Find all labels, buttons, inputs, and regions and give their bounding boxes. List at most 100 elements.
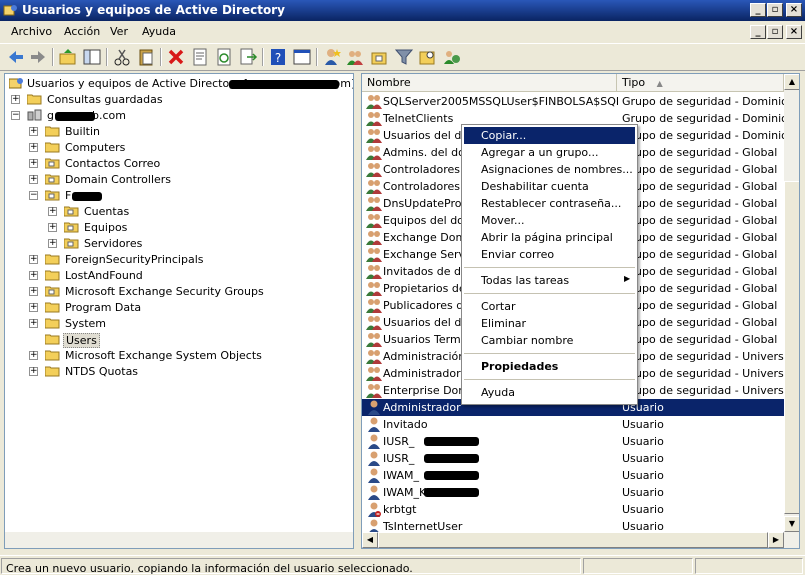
menu-ayuda[interactable]: Ayuda (464, 384, 635, 401)
expand-icon[interactable]: + (29, 367, 38, 376)
expand-icon[interactable]: + (48, 207, 57, 216)
tree-item-contactos-correo[interactable]: + Contactos Correo (5, 156, 305, 172)
list-row[interactable]: SQLServer2005MSSQLUser$FINBOLSA$SQLE... G… (362, 93, 784, 110)
tree-panel[interactable]: Usuarios y equipos de Active Directory [… (4, 73, 354, 549)
list-row[interactable]: Invitado Usuario (362, 416, 784, 433)
add-to-group-icon[interactable] (442, 47, 462, 67)
help-icon[interactable]: ? (268, 47, 288, 67)
menu-todas-tareas[interactable]: Todas las tareas ▶ (464, 272, 635, 289)
export-icon[interactable] (238, 47, 258, 67)
refresh-icon[interactable] (214, 47, 234, 67)
tree-item-saved-queries[interactable]: + Consultas guardadas (5, 92, 305, 108)
tree-item-redacted-ou[interactable]: − F (5, 188, 305, 204)
new-group-icon[interactable] (346, 47, 366, 67)
user-icon (368, 485, 380, 500)
menu-ayuda[interactable]: Ayuda (142, 25, 176, 38)
new-user-icon[interactable] (322, 47, 342, 67)
menu-abrir-pagina[interactable]: Abrir la página principal (464, 229, 635, 246)
tree-item-cuentas[interactable]: + Cuentas (5, 204, 305, 220)
scroll-up-icon[interactable]: ▲ (784, 74, 799, 90)
scroll-down-icon[interactable]: ▼ (784, 516, 799, 532)
tree-item-users[interactable]: Users (5, 332, 305, 348)
close-button[interactable]: × (786, 3, 802, 17)
child-minimize-button[interactable]: _ (750, 25, 766, 39)
child-close-button[interactable]: × (786, 25, 802, 39)
tree-item-servidores[interactable]: + Servidores (5, 236, 305, 252)
expand-icon[interactable]: + (29, 351, 38, 360)
expand-icon[interactable]: + (29, 143, 38, 152)
tree-item-computers[interactable]: + Computers (5, 140, 305, 156)
menu-eliminar[interactable]: Eliminar (464, 315, 635, 332)
console-icon[interactable] (292, 47, 312, 67)
properties-icon[interactable] (190, 47, 210, 67)
tree-item-equipos[interactable]: + Equipos (5, 220, 305, 236)
list-row[interactable]: IWAM_K Usuario (362, 484, 784, 501)
child-restore-button[interactable]: ▫ (767, 25, 783, 39)
menu-enviar-correo[interactable]: Enviar correo (464, 246, 635, 263)
tree-horizontal-scrollbar[interactable] (5, 532, 353, 548)
expand-icon[interactable]: + (11, 95, 20, 104)
scroll-right-icon[interactable]: ▶ (768, 532, 784, 548)
list-row[interactable]: IUSR_ Usuario (362, 433, 784, 450)
menu-agregar-grupo[interactable]: Agregar a un grupo... (464, 144, 635, 161)
expand-icon[interactable]: + (29, 159, 38, 168)
expand-icon[interactable]: + (29, 319, 38, 328)
expand-icon[interactable]: + (48, 223, 57, 232)
minimize-button[interactable]: _ (750, 3, 766, 17)
menu-copiar[interactable]: Copiar... (464, 127, 635, 144)
expand-icon[interactable]: + (29, 287, 38, 296)
list-row[interactable]: krbtgt Usuario (362, 501, 784, 518)
list-row[interactable]: IUSR_ Usuario (362, 450, 784, 467)
scroll-thumb[interactable] (784, 181, 799, 514)
find-icon[interactable] (418, 47, 438, 67)
menu-accion[interactable]: Acción (64, 25, 100, 38)
list-horizontal-scrollbar[interactable]: ◀ ▶ (362, 532, 799, 548)
tree-item-ntds-quotas[interactable]: + NTDS Quotas (5, 364, 305, 380)
expand-icon[interactable]: + (29, 175, 38, 184)
filter-icon[interactable] (394, 47, 414, 67)
list-vertical-scrollbar[interactable]: ▲ ▼ (784, 74, 799, 532)
restore-button[interactable]: ▫ (767, 3, 783, 17)
menu-deshabilitar-cuenta[interactable]: Deshabilitar cuenta (464, 178, 635, 195)
expand-icon[interactable]: + (29, 255, 38, 264)
tree-item-foreign-security-principals[interactable]: + ForeignSecurityPrincipals (5, 252, 305, 268)
scroll-left-icon[interactable]: ◀ (362, 532, 378, 548)
tree-item-ms-exchange-system-objects[interactable]: + Microsoft Exchange System Objects (5, 348, 305, 364)
expand-icon[interactable]: + (29, 127, 38, 136)
menu-cambiar-nombre[interactable]: Cambiar nombre (464, 332, 635, 349)
expand-icon[interactable]: + (29, 271, 38, 280)
menu-restablecer-contrasena[interactable]: Restablecer contraseña... (464, 195, 635, 212)
tree-item-builtin[interactable]: + Builtin (5, 124, 305, 140)
delete-icon[interactable] (166, 47, 186, 67)
new-ou-icon[interactable] (370, 47, 390, 67)
tree-item-label: Microsoft Exchange System Objects (65, 349, 262, 362)
menu-mover[interactable]: Mover... (464, 212, 635, 229)
menu-propiedades[interactable]: Propiedades (464, 358, 635, 375)
menu-archivo[interactable]: Archivo (11, 25, 52, 38)
tree-item-domain[interactable]: − g b.com (5, 108, 305, 124)
expand-icon[interactable]: + (29, 303, 38, 312)
tree-item-program-data[interactable]: + Program Data (5, 300, 305, 316)
back-icon[interactable] (6, 47, 26, 67)
show-hide-tree-icon[interactable] (82, 47, 102, 67)
forward-icon[interactable] (28, 47, 48, 67)
tree-item-lost-and-found[interactable]: + LostAndFound (5, 268, 305, 284)
tree-item-ms-exchange-security-groups[interactable]: + Microsoft Exchange Security Groups (5, 284, 305, 300)
scroll-thumb[interactable] (378, 532, 768, 548)
column-header-type[interactable]: Tipo ▲ (617, 74, 784, 92)
menu-asignaciones-nombres[interactable]: Asignaciones de nombres... (464, 161, 635, 178)
tree-root[interactable]: Usuarios y equipos de Active Directory [… (5, 76, 353, 92)
cut-icon[interactable] (112, 47, 132, 67)
list-row[interactable]: IWAM_ Usuario (362, 467, 784, 484)
tree-item-system[interactable]: + System (5, 316, 305, 332)
tree-item-label: Computers (65, 141, 126, 154)
up-folder-icon[interactable] (58, 47, 78, 67)
expand-icon[interactable]: + (48, 239, 57, 248)
collapse-icon[interactable]: − (29, 191, 38, 200)
column-header-name[interactable]: Nombre (362, 74, 617, 92)
menu-ver[interactable]: Ver (110, 25, 128, 38)
menu-cortar[interactable]: Cortar (464, 298, 635, 315)
collapse-icon[interactable]: − (11, 111, 20, 120)
paste-icon[interactable] (136, 47, 156, 67)
tree-item-domain-controllers[interactable]: + Domain Controllers (5, 172, 305, 188)
